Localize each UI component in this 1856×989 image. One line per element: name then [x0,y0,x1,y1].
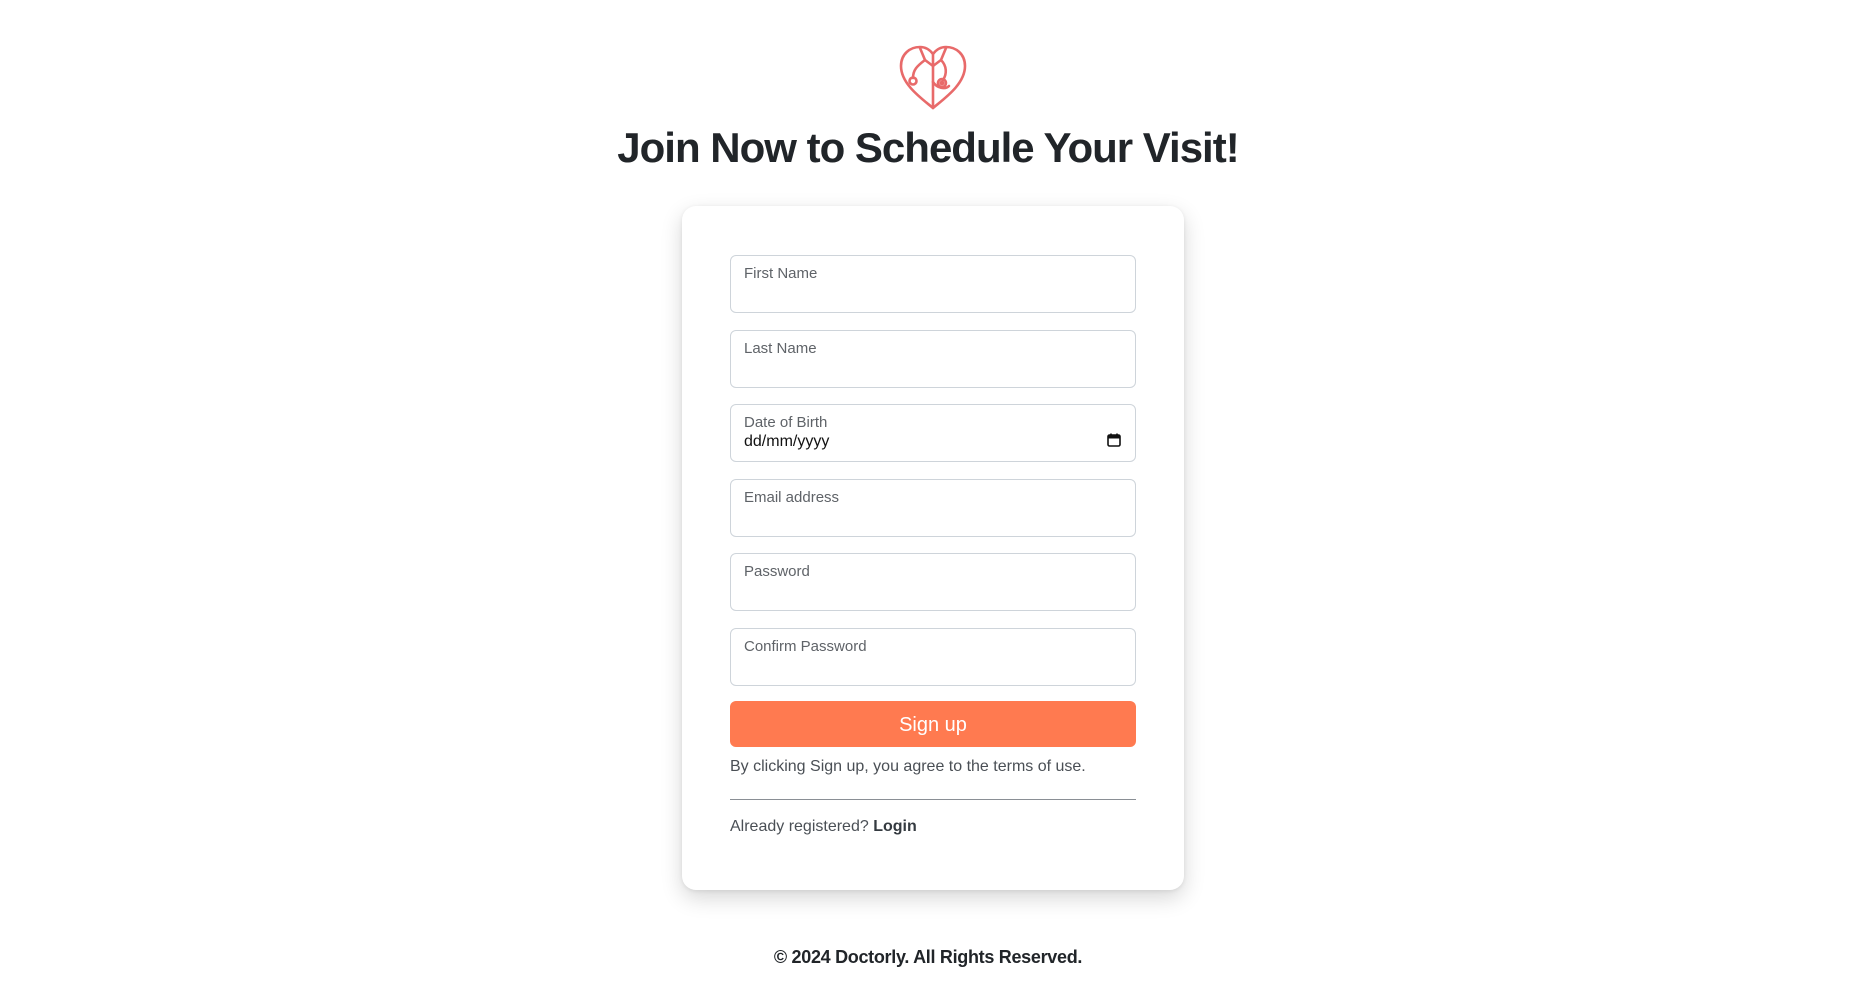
terms-text: By clicking Sign up, you agree to the te… [730,758,1086,775]
already-registered-text: Already registered? [730,818,869,835]
signup-button[interactable]: Sign up [730,701,1136,747]
first-name-label: First Name [744,265,818,282]
last-name-label: Last Name [744,340,817,357]
page-title: Join Now to Schedule Your Visit! [617,124,1239,171]
divider [730,799,1136,800]
confirm-password-label: Confirm Password [744,638,867,655]
login-link[interactable]: Login [873,818,917,835]
already-registered-row: Already registered? Login [730,818,917,836]
email-label: Email address [744,489,840,506]
email-field[interactable]: Email address [730,479,1136,537]
signup-page: Join Now to Schedule Your Visit! First N… [0,0,1856,989]
date-of-birth-label: Date of Birth [744,414,828,431]
date-of-birth-field[interactable]: Date of Birth dd/mm/yyyy [730,404,1136,462]
heart-stethoscope-icon [899,45,967,110]
confirm-password-field[interactable]: Confirm Password [730,628,1136,686]
calendar-icon[interactable] [1107,433,1121,447]
password-field[interactable]: Password [730,553,1136,611]
password-label: Password [744,563,810,580]
signup-card: First Name Last Name Date of Birth dd/mm… [682,206,1184,890]
first-name-field[interactable]: First Name [730,255,1136,313]
footer-copyright: © 2024 Doctorly. All Rights Reserved. [773,947,1083,967]
date-of-birth-value: dd/mm/yyyy [744,433,830,450]
last-name-field[interactable]: Last Name [730,330,1136,388]
